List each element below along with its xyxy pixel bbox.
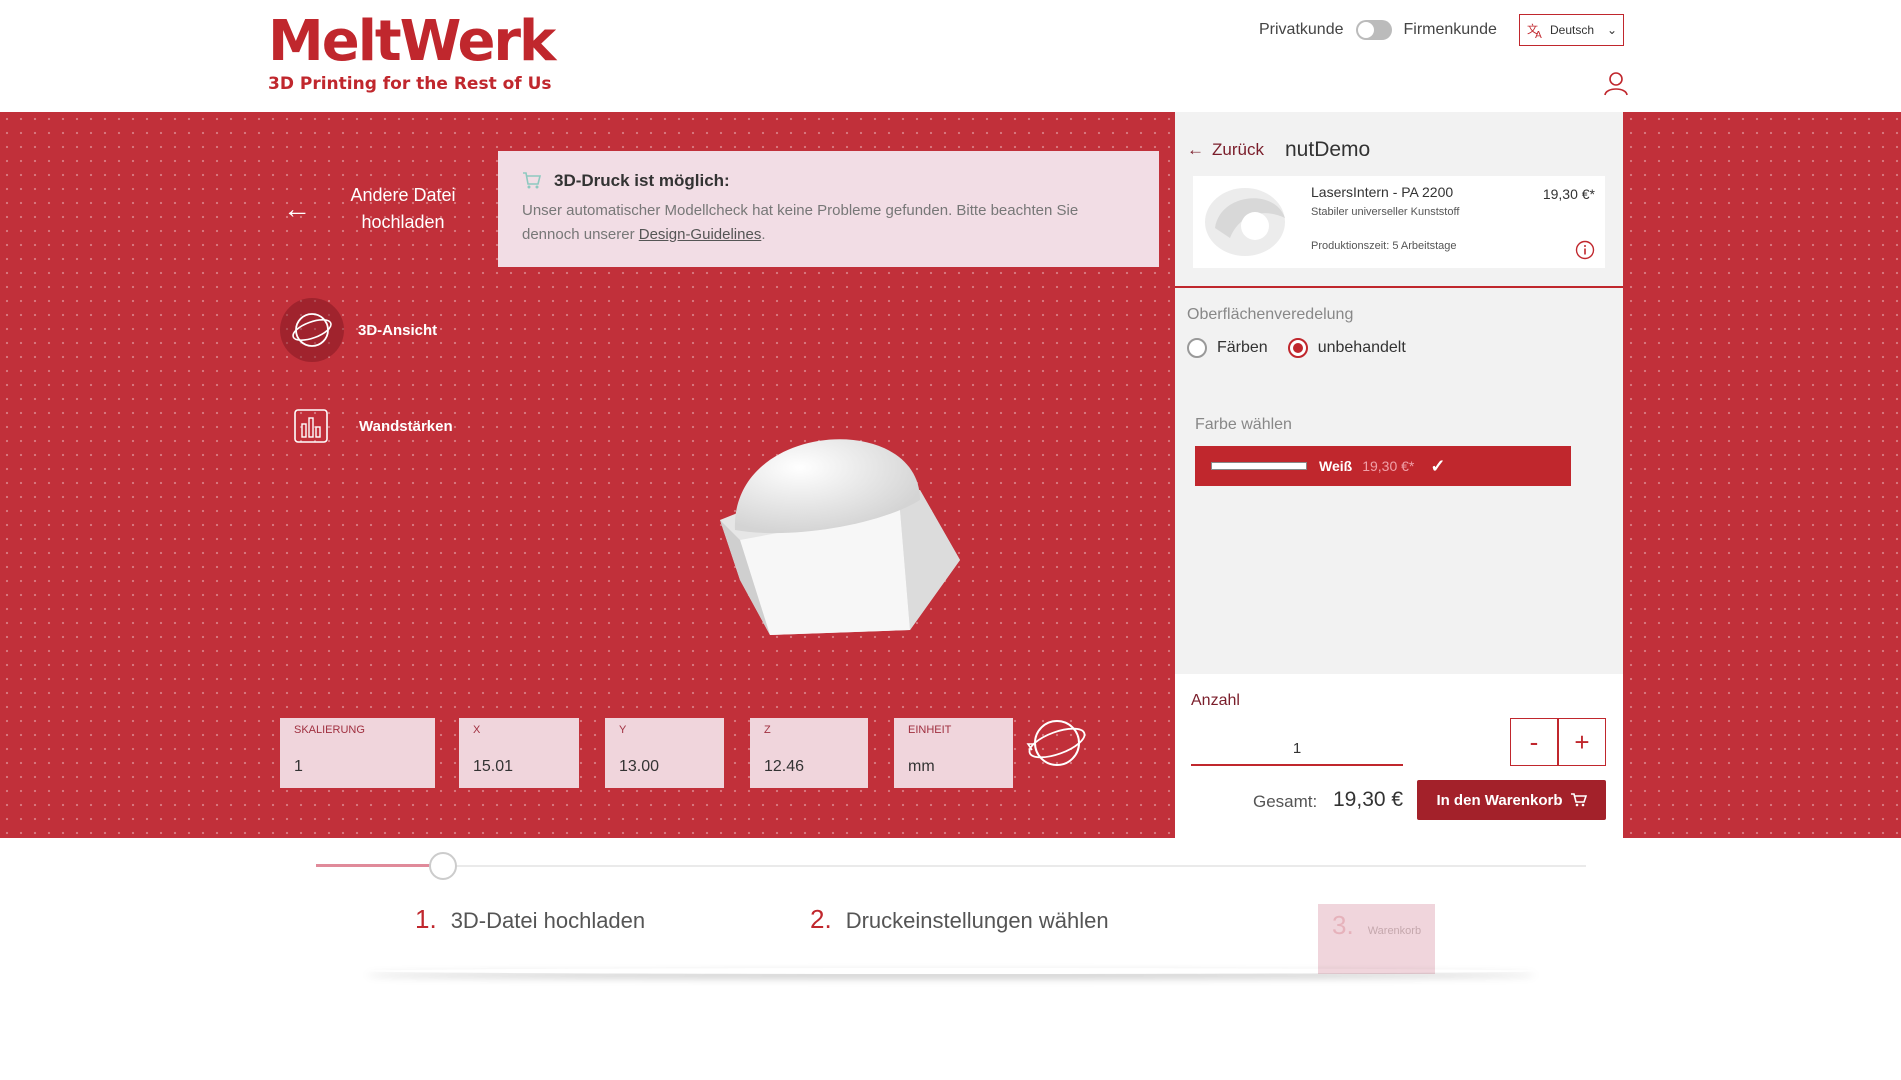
x-label: X bbox=[473, 724, 481, 736]
back-button[interactable]: ← Zurück bbox=[1187, 140, 1264, 160]
logo[interactable]: MeltWerk 3D Printing for the Rest of Us bbox=[268, 9, 556, 95]
finish-option-dye[interactable]: Färben bbox=[1187, 338, 1268, 358]
step-label: Druckeinstellungen wählen bbox=[845, 908, 1109, 933]
material-card[interactable]: LasersIntern - PA 2200 Stabiler universe… bbox=[1193, 176, 1605, 268]
translate-icon: 文A bbox=[1527, 22, 1542, 39]
y-value: 13.00 bbox=[619, 758, 660, 775]
svg-text:A: A bbox=[1535, 30, 1542, 39]
info-icon[interactable] bbox=[1575, 240, 1595, 260]
upload-other-file-label: Andere Datei hochladen bbox=[350, 185, 456, 232]
rotate-model-icon[interactable] bbox=[1024, 710, 1090, 776]
logo-wordmark: MeltWerk bbox=[268, 9, 556, 74]
step-number: 3. bbox=[1332, 910, 1354, 940]
material-thumbnail bbox=[1195, 178, 1305, 266]
scale-value: 1 bbox=[294, 758, 303, 775]
y-label: Y bbox=[619, 724, 627, 736]
customer-type-toggle: Privatkunde Firmenkunde bbox=[1259, 20, 1497, 40]
progress-fill bbox=[316, 864, 442, 867]
private-customer-label[interactable]: Privatkunde bbox=[1259, 21, 1344, 39]
x-dimension-field[interactable]: X 15.01 bbox=[459, 718, 579, 788]
x-value: 15.01 bbox=[473, 758, 514, 775]
color-name: Weiß bbox=[1319, 458, 1353, 474]
user-account-icon[interactable] bbox=[1603, 70, 1629, 96]
finish-option-untreated-label: unbehandelt bbox=[1317, 339, 1406, 356]
project-name: nutDemo bbox=[1285, 138, 1371, 161]
nav-wall-thickness-label: Wandstärken bbox=[359, 417, 453, 435]
unit-select[interactable]: EINHEIT mm bbox=[894, 718, 1013, 788]
arrow-left-icon: ← bbox=[283, 193, 311, 224]
quantity-label: Anzahl bbox=[1191, 692, 1240, 709]
step-print-settings[interactable]: 2. Druckeinstellungen wählen bbox=[810, 904, 1109, 935]
3d-model-preview[interactable] bbox=[710, 380, 990, 650]
step-label: Warenkorb bbox=[1367, 925, 1422, 937]
total-label: Gesamt: bbox=[1253, 792, 1318, 811]
z-value: 12.46 bbox=[764, 758, 805, 775]
business-customer-label[interactable]: Firmenkunde bbox=[1404, 21, 1497, 39]
upload-other-file-button[interactable]: ← Andere Datei hochladen bbox=[283, 182, 463, 236]
finish-option-dye-label: Färben bbox=[1217, 339, 1268, 356]
nav-3d-view-label: 3D-Ansicht bbox=[358, 321, 438, 339]
language-select[interactable]: 文A Deutsch ⌄ bbox=[1519, 14, 1624, 46]
finish-label: Oberflächenveredelung bbox=[1187, 306, 1354, 323]
z-label: Z bbox=[764, 724, 771, 736]
print-check-suffix: . bbox=[761, 226, 766, 243]
color-swatch bbox=[1211, 462, 1307, 470]
scale-label: SKALIERUNG bbox=[294, 724, 365, 736]
material-name: LasersIntern - PA 2200 bbox=[1311, 184, 1454, 200]
checkout-steps: 1. 3D-Datei hochladen 2. Druckeinstellun… bbox=[0, 838, 1901, 1080]
quantity-increase-button[interactable]: + bbox=[1558, 718, 1606, 766]
print-check-text: Unser automatischer Modellcheck hat kein… bbox=[522, 199, 1135, 247]
material-price: 19,30 €* bbox=[1542, 186, 1595, 202]
logo-tagline: 3D Printing for the Rest of Us bbox=[268, 74, 552, 94]
finish-option-untreated[interactable]: unbehandelt bbox=[1287, 338, 1406, 358]
print-check-title-text: 3D-Druck ist möglich: bbox=[554, 171, 730, 190]
arrow-left-icon: ← bbox=[1187, 140, 1204, 159]
quantity-decrease-button[interactable]: - bbox=[1510, 718, 1558, 766]
step-label: 3D-Datei hochladen bbox=[450, 908, 646, 933]
cart-icon bbox=[523, 172, 542, 189]
print-check-notice: 3D-Druck ist möglich: Unser automatische… bbox=[498, 151, 1159, 267]
checkmark-icon: ✓ bbox=[1430, 455, 1446, 476]
quantity-input[interactable]: 1 bbox=[1191, 720, 1403, 766]
unit-value: mm bbox=[908, 758, 935, 775]
step-cart[interactable]: 3. Warenkorb bbox=[1318, 904, 1436, 974]
color-price: 19,30 €* bbox=[1362, 458, 1415, 474]
production-time: Produktionszeit: 5 Arbeitstage bbox=[1311, 240, 1457, 252]
steps-divider bbox=[366, 968, 1536, 974]
print-check-title: 3D-Druck ist möglich: bbox=[522, 171, 1135, 191]
nav-3d-view[interactable]: 3D-Ansicht bbox=[280, 298, 437, 362]
add-to-cart-label: In den Warenkorb bbox=[1436, 791, 1563, 809]
design-guidelines-link[interactable]: Design-Guidelines bbox=[639, 226, 762, 243]
back-label: Zurück bbox=[1212, 140, 1264, 159]
nav-wall-thickness[interactable]: Wandstärken bbox=[293, 408, 453, 444]
z-dimension-field[interactable]: Z 12.46 bbox=[750, 718, 868, 788]
total-value: 19,30 € bbox=[1333, 788, 1404, 811]
add-to-cart-button[interactable]: In den Warenkorb bbox=[1417, 780, 1606, 820]
configuration-panel: ← Zurück nutDemo LasersIntern - PA 2200 … bbox=[1175, 112, 1623, 838]
customer-type-switch[interactable] bbox=[1355, 20, 1392, 40]
step-number: 1. bbox=[415, 904, 437, 934]
chevron-down-icon: ⌄ bbox=[1606, 23, 1617, 37]
radio-selected[interactable] bbox=[1287, 338, 1308, 358]
quantity-section: Anzahl 1 - + Gesamt: 19,30 € In den Ware… bbox=[1175, 674, 1623, 838]
print-check-body: Unser automatischer Modellcheck hat kein… bbox=[522, 202, 1079, 243]
progress-thumb[interactable] bbox=[429, 852, 457, 880]
scale-field[interactable]: SKALIERUNG 1 bbox=[280, 718, 435, 788]
material-description: Stabiler universeller Kunststoff bbox=[1311, 206, 1460, 218]
step-upload[interactable]: 1. 3D-Datei hochladen bbox=[415, 904, 645, 935]
material-section: ← Zurück nutDemo LasersIntern - PA 2200 … bbox=[1175, 112, 1623, 288]
language-label: Deutsch bbox=[1550, 23, 1595, 37]
y-dimension-field[interactable]: Y 13.00 bbox=[605, 718, 724, 788]
bar-chart-icon bbox=[294, 409, 328, 443]
site-header: MeltWerk 3D Printing for the Rest of Us … bbox=[0, 0, 1901, 112]
orbit-icon bbox=[280, 298, 344, 362]
step-number: 2. bbox=[810, 904, 832, 934]
finish-options: Färben unbehandelt bbox=[1187, 338, 1406, 358]
color-option-white[interactable]: Weiß 19,30 €* ✓ bbox=[1195, 446, 1571, 486]
progress-track bbox=[316, 865, 1586, 867]
radio-unselected[interactable] bbox=[1187, 338, 1207, 358]
cart-icon bbox=[1570, 793, 1587, 807]
unit-label: EINHEIT bbox=[908, 724, 952, 736]
color-label: Farbe wählen bbox=[1195, 416, 1292, 433]
